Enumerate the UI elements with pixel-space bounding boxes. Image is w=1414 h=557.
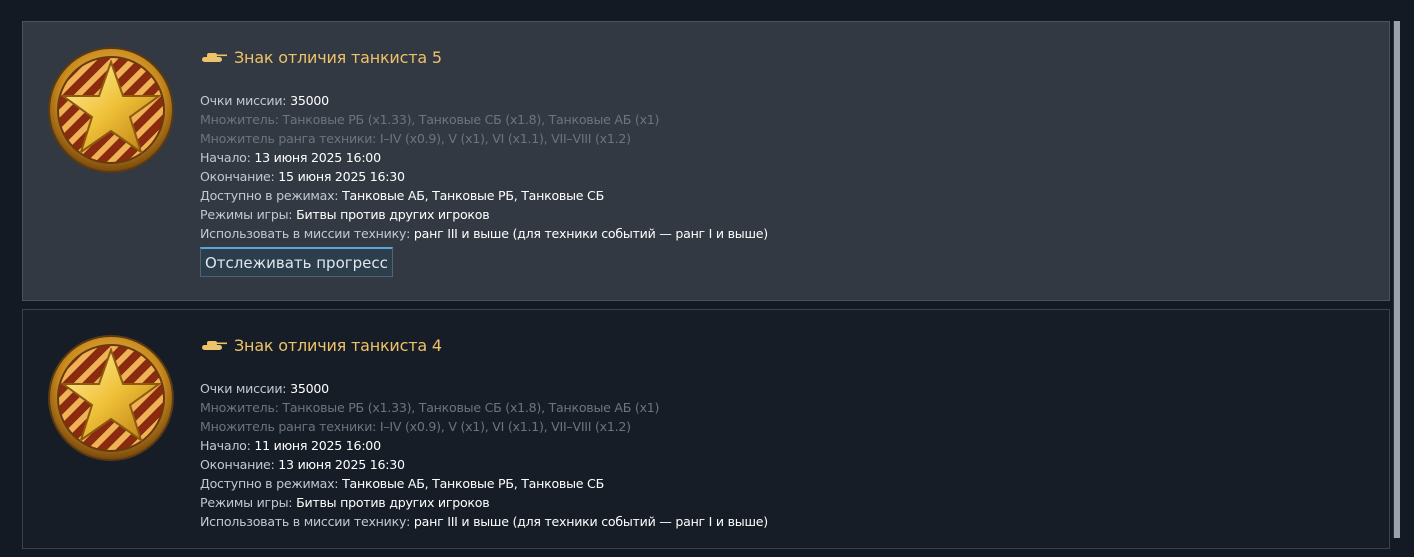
mission-end: Окончание: 15 июня 2025 16:30 <box>200 169 405 184</box>
mission-list: Знак отличия танкиста 5 Очки миссии: 350… <box>22 21 1390 557</box>
vehicle-requirements: Использовать в миссии технику: ранг III … <box>200 226 768 241</box>
mission-title: Знак отличия танкиста 4 <box>234 335 442 355</box>
tank-icon <box>202 341 227 350</box>
mission-start: Начало: 11 июня 2025 16:00 <box>200 438 381 453</box>
mode-multiplier: Множитель: Танковые РБ (x1.33), Танковые… <box>200 400 660 415</box>
rank-multiplier: Множитель ранга техники: I–IV (x0.9), V … <box>200 131 631 146</box>
star-medal-icon <box>48 47 174 173</box>
available-modes: Доступно в режимах: Танковые АБ, Танковы… <box>200 476 604 491</box>
mission-end: Окончание: 13 июня 2025 16:30 <box>200 457 405 472</box>
game-modes: Режимы игры: Битвы против других игроков <box>200 495 490 510</box>
vehicle-requirements: Использовать в миссии технику: ранг III … <box>200 514 768 529</box>
mission-card[interactable]: Знак отличия танкиста 4 Очки миссии: 350… <box>22 309 1390 549</box>
game-modes: Режимы игры: Битвы против других игроков <box>200 207 490 222</box>
mission-start: Начало: 13 июня 2025 16:00 <box>200 150 381 165</box>
scrollbar-thumb[interactable] <box>1394 21 1400 538</box>
mission-points: Очки миссии: 35000 <box>200 381 329 396</box>
rank-multiplier: Множитель ранга техники: I–IV (x0.9), V … <box>200 419 631 434</box>
mode-multiplier: Множитель: Танковые РБ (x1.33), Танковые… <box>200 112 660 127</box>
track-progress-button[interactable]: Отслеживать прогресс <box>200 247 393 277</box>
mission-card[interactable]: Знак отличия танкиста 5 Очки миссии: 350… <box>22 21 1390 301</box>
mission-title: Знак отличия танкиста 5 <box>234 47 442 67</box>
mission-points: Очки миссии: 35000 <box>200 93 329 108</box>
available-modes: Доступно в режимах: Танковые АБ, Танковы… <box>200 188 604 203</box>
tank-icon <box>202 53 227 62</box>
star-medal-icon <box>48 335 174 461</box>
